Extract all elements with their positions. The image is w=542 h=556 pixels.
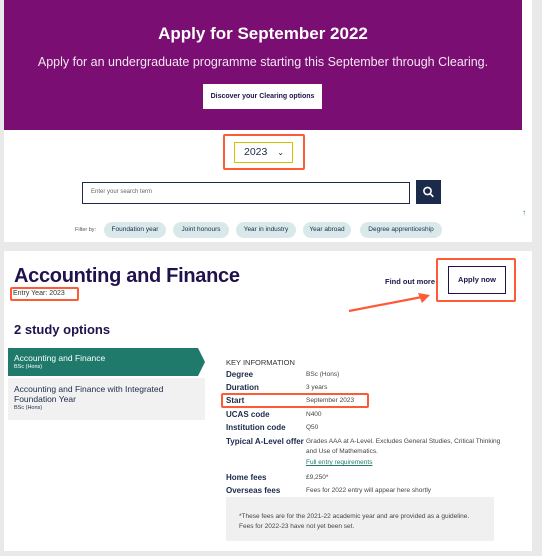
fees-note: *These fees are for the 2021-22 academic… <box>226 497 494 541</box>
search-input[interactable]: Enter your search term <box>82 182 410 204</box>
info-label-a-level-offer: Typical A-Level offer <box>226 437 304 446</box>
key-information-heading: KEY INFORMATION <box>226 358 295 367</box>
search-icon <box>423 186 434 198</box>
study-option-active[interactable]: Accounting and Finance BSc (Hons) <box>8 348 198 376</box>
filter-chip-foundation-year[interactable]: Foundation year <box>104 222 166 238</box>
info-value-start: September 2023 <box>306 397 355 404</box>
study-option-name: Accounting and Finance <box>14 353 106 363</box>
annotation-arrow-icon <box>348 293 430 313</box>
course-title: Accounting and Finance <box>14 265 240 287</box>
info-label-ucas-code: UCAS code <box>226 410 270 419</box>
info-value-ucas-code: N400 <box>306 411 322 418</box>
clearing-banner: Apply for September 2022 Apply for an un… <box>4 0 522 130</box>
info-value-institution-code: Q50 <box>306 424 319 431</box>
filter-chip-year-in-industry[interactable]: Year in industry <box>236 222 296 238</box>
search-panel: Apply for September 2022 Apply for an un… <box>4 0 532 242</box>
study-options-heading: 2 study options <box>14 322 111 337</box>
study-option-pointer <box>198 348 205 376</box>
info-label-degree: Degree <box>226 370 254 379</box>
study-option-degree: BSc (Hons) <box>14 364 43 370</box>
apply-now-button[interactable]: Apply now <box>448 266 506 294</box>
entry-year: Entry Year: 2023 <box>13 290 65 297</box>
info-value-duration: 3 years <box>306 384 328 391</box>
info-value-degree: BSc (Hons) <box>306 371 340 378</box>
discover-clearing-button[interactable]: Discover your Clearing options <box>203 84 322 109</box>
filter-label: Filter by: <box>75 227 97 233</box>
info-label-duration: Duration <box>226 383 259 392</box>
filter-chip-degree-apprenticeship[interactable]: Degree apprenticeship <box>360 222 442 238</box>
filter-chip-year-abroad[interactable]: Year abroad <box>303 222 351 238</box>
year-select[interactable]: 2023 ⌄ <box>234 142 293 163</box>
study-option-name: Accounting and Finance with Integrated F… <box>14 384 164 404</box>
banner-title: Apply for September 2022 <box>158 24 368 43</box>
info-label-overseas-fees: Overseas fees <box>226 486 281 495</box>
info-value-a-level-offer: Grades AAA at A-Level. Excludes General … <box>306 438 501 455</box>
info-label-start: Start <box>226 396 245 405</box>
back-to-top-icon[interactable]: ↑ <box>522 208 526 217</box>
find-out-more-link[interactable]: Find out more <box>385 277 435 286</box>
banner-subtitle: Apply for an undergraduate programme sta… <box>37 55 489 69</box>
info-value-home-fees: £9,250* <box>306 474 329 481</box>
info-label-institution-code: Institution code <box>226 423 286 432</box>
filter-chip-joint-honours[interactable]: Joint honours <box>173 222 229 238</box>
study-option-degree: BSc (Hons) <box>14 405 43 411</box>
year-select-value: 2023 <box>244 146 268 158</box>
chevron-down-icon: ⌄ <box>277 148 284 157</box>
full-entry-requirements-link[interactable]: Full entry requirements <box>306 459 372 466</box>
info-value-overseas-fees: Fees for 2022 entry will appear here sho… <box>306 487 432 494</box>
info-label-home-fees: Home fees <box>226 473 267 482</box>
search-button[interactable] <box>416 180 441 204</box>
study-option[interactable]: Accounting and Finance with Integrated F… <box>8 378 205 420</box>
